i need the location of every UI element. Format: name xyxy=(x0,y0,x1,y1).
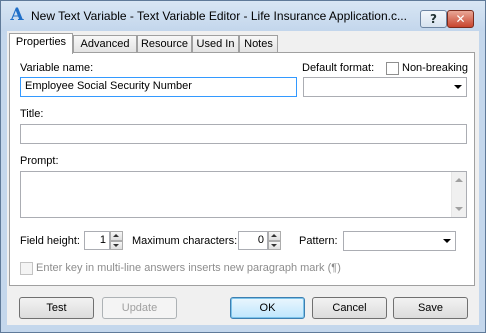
tab-resource[interactable]: Resource xyxy=(137,35,192,53)
dialog-body: Properties Advanced Resource Used In Not… xyxy=(7,31,479,325)
prompt-scrollbar[interactable] xyxy=(451,172,466,217)
chevron-down-icon xyxy=(454,85,462,89)
tab-used-in[interactable]: Used In xyxy=(192,35,239,53)
title-label: Title: xyxy=(20,108,44,120)
default-format-label: Default format: xyxy=(302,62,375,74)
variable-name-input[interactable]: Employee Social Security Number xyxy=(20,77,297,97)
increment-icon[interactable] xyxy=(268,231,281,241)
window-title: New Text Variable - Text Variable Editor… xyxy=(31,9,407,23)
test-button[interactable]: Test xyxy=(19,297,94,319)
max-chars-stepper-buttons xyxy=(268,231,281,250)
pattern-label: Pattern: xyxy=(299,235,338,247)
increment-icon[interactable] xyxy=(110,231,123,241)
non-breaking-label: Non-breaking xyxy=(402,62,469,74)
decrement-icon[interactable] xyxy=(110,240,123,250)
cancel-button[interactable]: Cancel xyxy=(312,297,387,319)
enter-key-checkbox[interactable] xyxy=(20,262,33,275)
pattern-select[interactable] xyxy=(343,231,456,251)
update-button[interactable]: Update xyxy=(102,297,177,319)
field-height-stepper-buttons xyxy=(110,231,123,250)
enter-key-label: Enter key in multi-line answers inserts … xyxy=(36,262,341,274)
prompt-textarea[interactable] xyxy=(20,171,467,218)
properties-panel: Variable name: Employee Social Security … xyxy=(9,52,475,286)
max-chars-value[interactable]: 0 xyxy=(238,231,268,250)
max-chars-label: Maximum characters: xyxy=(132,235,238,247)
tab-advanced[interactable]: Advanced xyxy=(73,35,137,53)
field-height-stepper[interactable]: 1 xyxy=(84,231,123,250)
decrement-icon[interactable] xyxy=(268,240,281,250)
tab-notes[interactable]: Notes xyxy=(239,35,278,53)
save-button[interactable]: Save xyxy=(393,297,468,319)
scroll-up-icon[interactable] xyxy=(455,178,463,182)
close-button[interactable]: ✕ xyxy=(447,10,474,28)
title-input[interactable] xyxy=(20,124,467,144)
field-height-label: Field height: xyxy=(20,235,80,247)
tab-properties[interactable]: Properties xyxy=(9,33,73,54)
non-breaking-checkbox[interactable] xyxy=(386,62,399,75)
app-logo-icon: A xyxy=(10,5,24,25)
ok-button[interactable]: OK xyxy=(230,297,305,319)
title-bar[interactable]: A New Text Variable - Text Variable Edit… xyxy=(1,1,485,31)
tab-strip: Properties Advanced Resource Used In Not… xyxy=(7,33,479,54)
dialog-window: A New Text Variable - Text Variable Edit… xyxy=(0,0,486,333)
prompt-value xyxy=(21,172,29,186)
prompt-label: Prompt: xyxy=(20,155,59,167)
scroll-down-icon[interactable] xyxy=(455,207,463,211)
help-button[interactable]: ? xyxy=(420,10,447,28)
max-chars-stepper[interactable]: 0 xyxy=(238,231,281,250)
field-height-value[interactable]: 1 xyxy=(84,231,110,250)
variable-name-label: Variable name: xyxy=(20,62,94,74)
default-format-select[interactable] xyxy=(303,77,467,97)
chevron-down-icon xyxy=(443,239,451,243)
